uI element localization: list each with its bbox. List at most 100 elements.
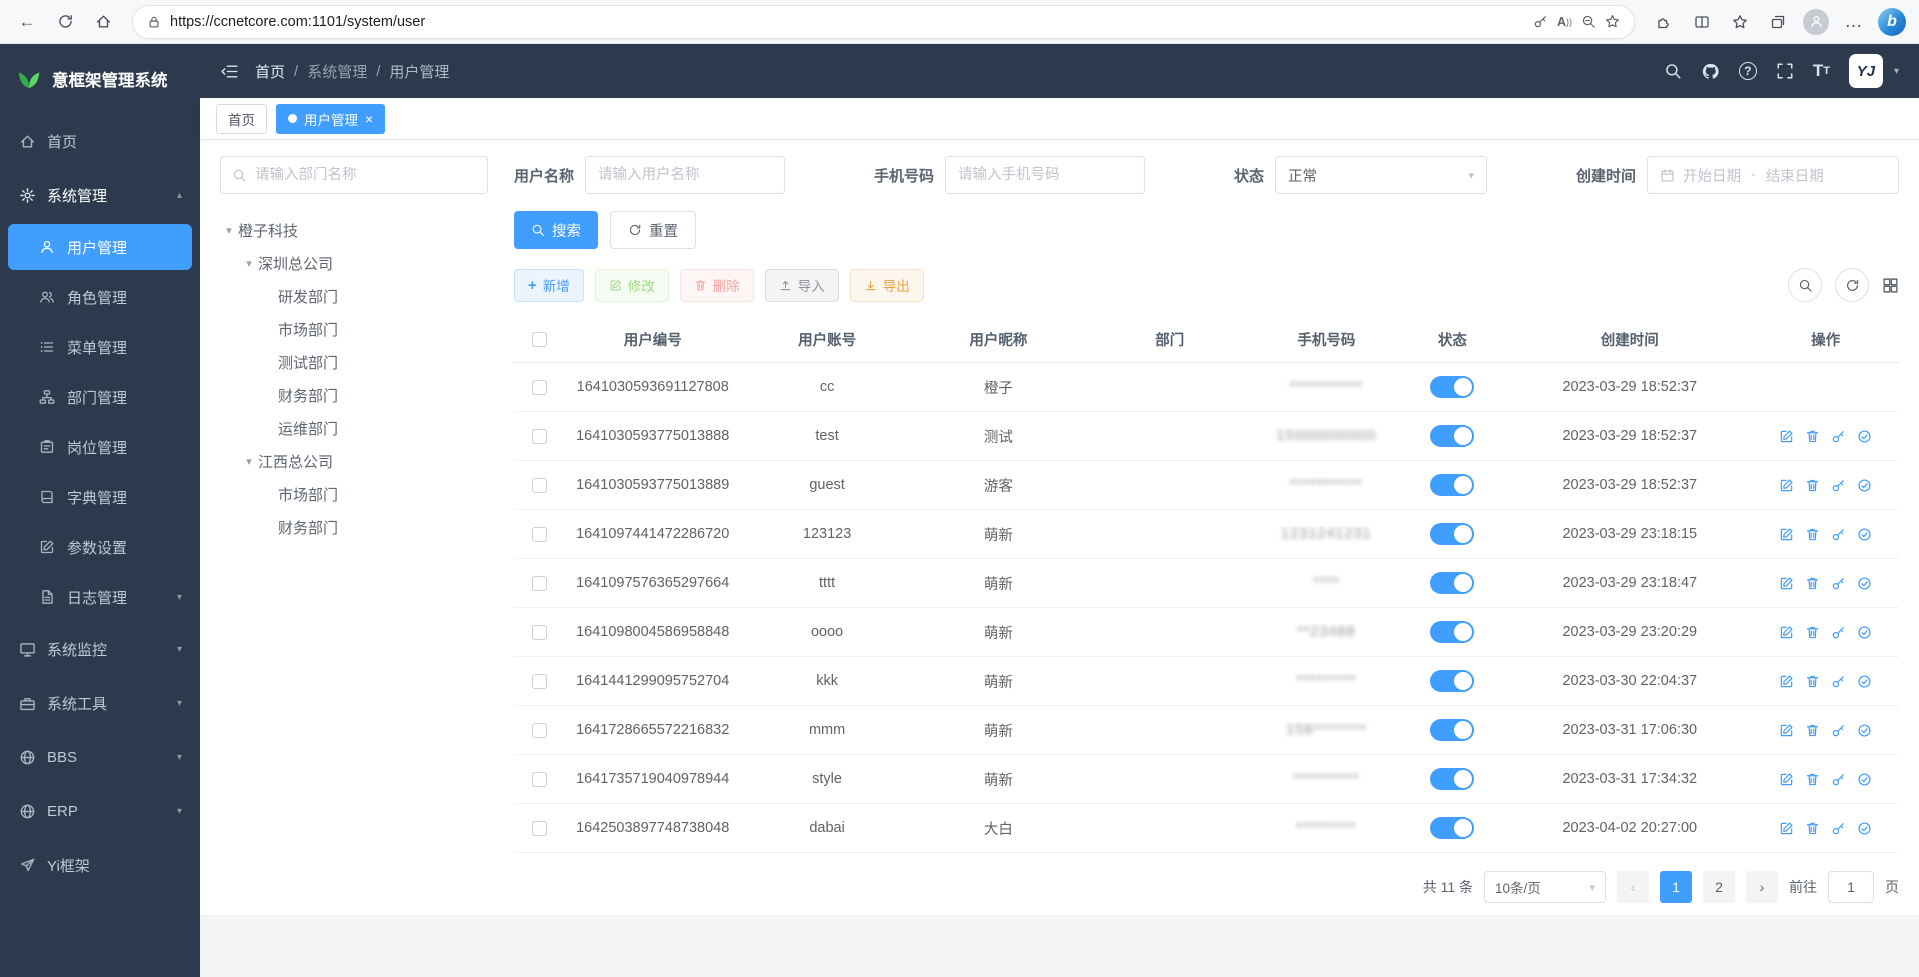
row-checkbox[interactable] [532,723,547,738]
select-all-checkbox[interactable] [532,332,547,347]
tree-node[interactable]: 财务部门 [220,511,488,544]
row-assign-role-icon[interactable] [1857,772,1872,787]
sidebar-item-dept-management[interactable]: 部门管理 [0,372,200,422]
row-delete-icon[interactable] [1805,527,1820,542]
table-row[interactable]: 1641030593775013888 test 测试 15000000000 … [514,412,1899,461]
sidebar-item-system-management[interactable]: 系统管理 ▴ [0,168,200,222]
row-reset-password-icon[interactable] [1831,674,1846,689]
row-assign-role-icon[interactable] [1857,723,1872,738]
tree-node[interactable]: ▾ 深圳总公司 [220,247,488,280]
row-delete-icon[interactable] [1805,723,1820,738]
row-checkbox[interactable] [532,576,547,591]
phone-input[interactable] [945,156,1145,194]
columns-grid-icon[interactable] [1882,277,1899,294]
browser-back-icon[interactable]: ← [10,5,44,39]
github-icon[interactable] [1701,62,1720,81]
status-toggle[interactable] [1430,670,1474,692]
status-toggle[interactable] [1430,621,1474,643]
status-toggle[interactable] [1430,768,1474,790]
tree-node[interactable]: 测试部门 [220,346,488,379]
password-key-icon[interactable] [1533,14,1548,29]
row-assign-role-icon[interactable] [1857,674,1872,689]
zoom-icon[interactable] [1581,14,1596,29]
status-toggle[interactable] [1430,425,1474,447]
department-search-input[interactable] [255,167,476,183]
row-edit-icon[interactable] [1779,478,1794,493]
sidebar-item-param-settings[interactable]: 参数设置 [0,522,200,572]
tree-caret-icon[interactable]: ▾ [220,224,238,237]
reset-button[interactable]: 重置 [610,211,696,249]
favorites-bar-icon[interactable] [1723,5,1757,39]
row-checkbox[interactable] [532,478,547,493]
tree-node[interactable]: 运维部门 [220,412,488,445]
row-assign-role-icon[interactable] [1857,429,1872,444]
tab-user-management[interactable]: 用户管理 × [276,104,385,134]
edit-button[interactable]: 修改 [595,269,669,302]
more-menu-icon[interactable]: … [1837,5,1871,39]
header-search-icon[interactable] [1664,62,1682,80]
row-reset-password-icon[interactable] [1831,723,1846,738]
page-2-button[interactable]: 2 [1703,871,1735,903]
sidebar-item-post-management[interactable]: 岗位管理 [0,422,200,472]
table-row[interactable]: 1641097441472286720 123123 萌新 1231241231… [514,510,1899,559]
table-row[interactable]: 1641735719040978944 style 萌新 ********** … [514,755,1899,804]
prev-page-button[interactable]: ‹ [1617,871,1649,903]
row-reset-password-icon[interactable] [1831,625,1846,640]
search-button[interactable]: 搜索 [514,211,598,249]
row-assign-role-icon[interactable] [1857,527,1872,542]
tree-node[interactable]: ▾ 江西总公司 [220,445,488,478]
fullscreen-icon[interactable] [1776,62,1794,80]
table-row[interactable]: 1641728665572216832 mmm 萌新 158******** 2… [514,706,1899,755]
browser-refresh-icon[interactable] [48,5,82,39]
tree-node[interactable]: 市场部门 [220,478,488,511]
sidebar-item-dict-management[interactable]: 字典管理 [0,472,200,522]
row-delete-icon[interactable] [1805,478,1820,493]
goto-page-input[interactable] [1828,871,1874,903]
row-checkbox[interactable] [532,380,547,395]
table-row[interactable]: 1641097576365297664 tttt 萌新 **** 2023-03… [514,559,1899,608]
row-edit-icon[interactable] [1779,723,1794,738]
row-delete-icon[interactable] [1805,429,1820,444]
avatar-caret-icon[interactable]: ▾ [1894,66,1899,77]
add-button[interactable]: +新增 [514,269,584,302]
table-row[interactable]: 1641441299095752704 kkk 萌新 ********* 202… [514,657,1899,706]
address-bar[interactable]: https://ccnetcore.com:1101/system/user A… [132,5,1635,39]
row-assign-role-icon[interactable] [1857,576,1872,591]
status-toggle[interactable] [1430,817,1474,839]
department-search[interactable] [220,156,488,194]
row-reset-password-icon[interactable] [1831,772,1846,787]
breadcrumb-home[interactable]: 首页 [255,61,285,82]
status-toggle[interactable] [1430,474,1474,496]
url-text[interactable]: https://ccnetcore.com:1101/system/user [170,14,1524,30]
row-edit-icon[interactable] [1779,576,1794,591]
row-delete-icon[interactable] [1805,772,1820,787]
collections-icon[interactable] [1761,5,1795,39]
row-checkbox[interactable] [532,429,547,444]
browser-profile-avatar[interactable] [1799,5,1833,39]
sidebar-item-user-management[interactable]: 用户管理 [8,224,192,270]
sidebar-item-bbs[interactable]: BBS ▾ [0,730,200,784]
favorite-star-icon[interactable] [1605,14,1620,29]
sidebar-item-role-management[interactable]: 角色管理 [0,272,200,322]
status-select[interactable]: 正常 ▾ [1275,156,1487,194]
table-row[interactable]: 1641030593775013889 guest 游客 ***********… [514,461,1899,510]
row-assign-role-icon[interactable] [1857,821,1872,836]
table-row[interactable]: 1641098004586958848 oooo 萌新 **23488 2023… [514,608,1899,657]
sidebar-item-menu-management[interactable]: 菜单管理 [0,322,200,372]
table-row[interactable]: 1642503897748738048 dabai 大白 ********* 2… [514,804,1899,853]
status-toggle[interactable] [1430,376,1474,398]
row-reset-password-icon[interactable] [1831,478,1846,493]
page-1-button[interactable]: 1 [1660,871,1692,903]
sidebar-item-system-monitor[interactable]: 系统监控 ▾ [0,622,200,676]
row-edit-icon[interactable] [1779,527,1794,542]
next-page-button[interactable]: › [1746,871,1778,903]
row-checkbox[interactable] [532,625,547,640]
breadcrumb-system[interactable]: 系统管理 [307,61,367,82]
row-checkbox[interactable] [532,821,547,836]
row-delete-icon[interactable] [1805,576,1820,591]
font-size-icon[interactable]: TT [1813,61,1830,81]
row-edit-icon[interactable] [1779,772,1794,787]
row-checkbox[interactable] [532,527,547,542]
row-edit-icon[interactable] [1779,625,1794,640]
tree-node[interactable]: 财务部门 [220,379,488,412]
